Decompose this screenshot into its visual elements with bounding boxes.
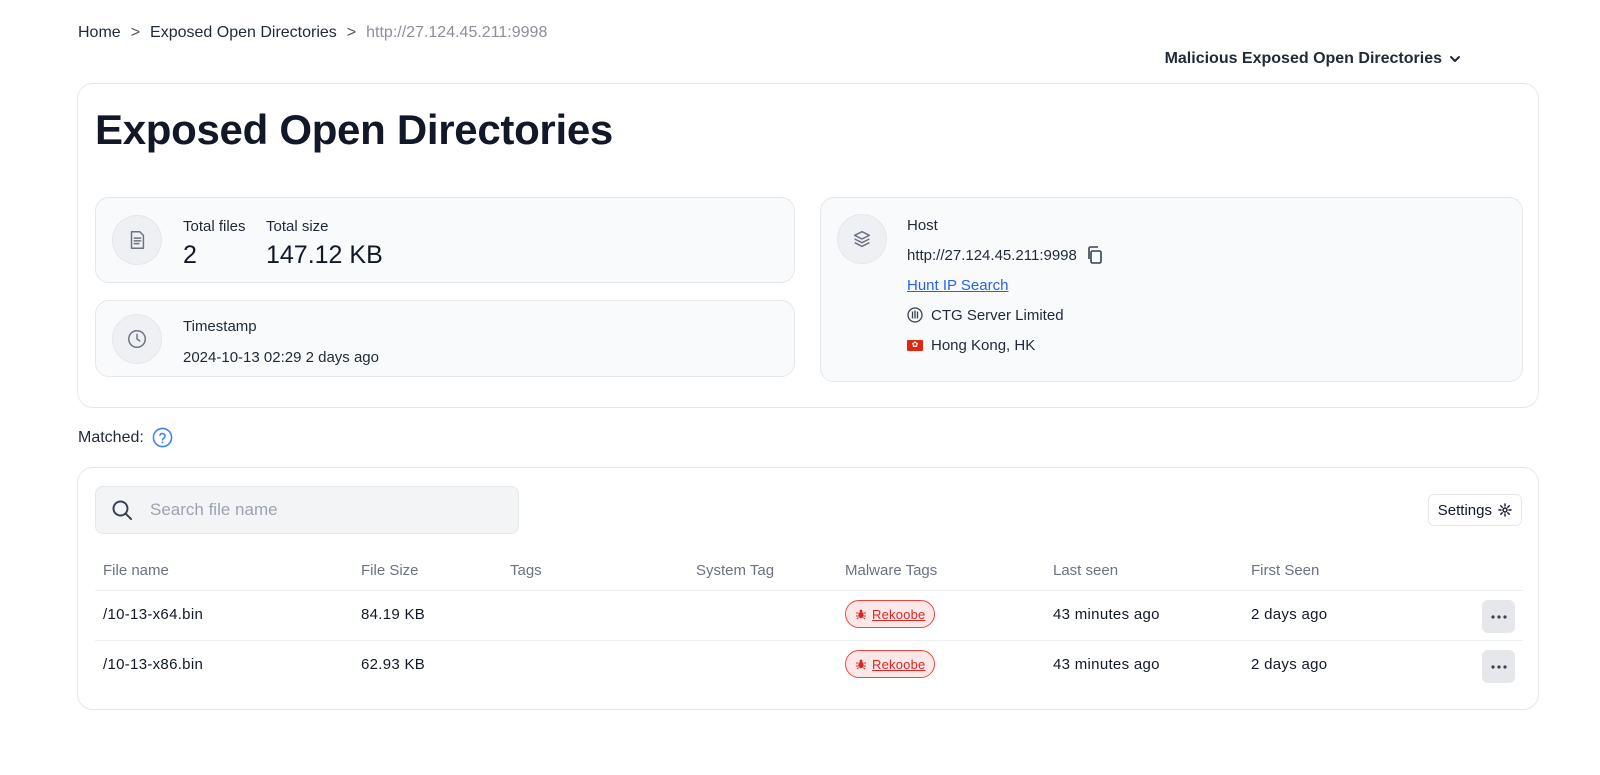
document-icon — [112, 215, 162, 265]
host-label: Host — [907, 216, 938, 234]
table-row: /10-13-x64.bin 84.19 KB Rekoobe 43 minut… — [95, 591, 1523, 641]
more-horizontal-icon — [1490, 664, 1507, 669]
table-header: File name File Size Tags System Tag Malw… — [95, 548, 1523, 591]
copy-icon[interactable] — [1085, 245, 1105, 265]
malware-tag-badge[interactable]: Rekoobe — [845, 650, 936, 678]
row-actions-button[interactable] — [1482, 600, 1515, 633]
malware-tag-label: Rekoobe — [872, 606, 926, 622]
gear-icon — [1498, 503, 1512, 517]
malware-tag-label: Rekoobe — [872, 656, 926, 672]
matched-label: Matched: — [78, 428, 144, 446]
chevron-down-icon — [1450, 56, 1460, 62]
timestamp-label: Timestamp — [183, 318, 257, 335]
files-table: File name File Size Tags System Tag Malw… — [95, 548, 1523, 691]
column-header-system-tag[interactable]: System Tag — [696, 562, 774, 579]
bug-icon — [856, 609, 866, 620]
breadcrumb-current: http://27.124.45.211:9998 — [366, 24, 548, 41]
column-header-first-seen[interactable]: First Seen — [1251, 562, 1319, 579]
timestamp-card: Timestamp 2024-10-13 02:29 2 days ago — [95, 300, 795, 377]
last-seen-cell: 43 minutes ago — [1053, 606, 1160, 623]
file-size-cell: 84.19 KB — [361, 606, 426, 623]
hk-flag-icon: ✿ — [907, 339, 923, 351]
breadcrumb-exposed-open-directories[interactable]: Exposed Open Directories — [150, 24, 337, 42]
row-actions-button[interactable] — [1482, 650, 1515, 683]
host-location: Hong Kong, HK — [931, 336, 1036, 354]
search-input[interactable] — [150, 500, 490, 520]
search-box — [95, 486, 519, 534]
file-name-cell[interactable]: /10-13-x64.bin — [103, 606, 203, 623]
total-size-value: 147.12 KB — [266, 241, 383, 269]
hunt-ip-search-link[interactable]: Hunt IP Search — [907, 277, 1008, 294]
total-files-stat: Total files 2 — [183, 218, 246, 270]
file-name-cell[interactable]: /10-13-x86.bin — [103, 656, 203, 673]
layers-icon — [837, 214, 887, 264]
overview-panel: Exposed Open Directories Total files 2 T… — [77, 83, 1539, 408]
total-files-value: 2 — [183, 241, 197, 269]
first-seen-cell: 2 days ago — [1251, 656, 1328, 673]
total-files-label: Total files — [183, 218, 246, 235]
view-selector-dropdown[interactable]: Malicious Exposed Open Directories — [1165, 50, 1462, 68]
building-icon — [907, 307, 923, 323]
help-circle-icon[interactable] — [152, 427, 173, 448]
table-row: /10-13-x86.bin 62.93 KB Rekoobe 43 minut… — [95, 641, 1523, 691]
host-card: Host http://27.124.45.211:9998 Hunt IP S… — [820, 197, 1523, 382]
breadcrumb: Home > Exposed Open Directories > http:/… — [78, 24, 547, 42]
view-selector-label: Malicious Exposed Open Directories — [1164, 50, 1442, 67]
last-seen-cell: 43 minutes ago — [1053, 656, 1160, 673]
settings-button[interactable]: Settings — [1427, 494, 1522, 526]
breadcrumb-separator: > — [346, 24, 357, 41]
matched-section: Matched: — [78, 427, 173, 448]
breadcrumb-separator: > — [130, 24, 141, 41]
search-icon — [112, 500, 132, 520]
column-header-file-size[interactable]: File Size — [361, 562, 419, 579]
breadcrumb-home[interactable]: Home — [78, 24, 121, 42]
files-summary-card: Total files 2 Total size 147.12 KB — [95, 197, 795, 283]
first-seen-cell: 2 days ago — [1251, 606, 1328, 623]
column-header-malware-tags[interactable]: Malware Tags — [845, 562, 937, 579]
timestamp-value: 2024-10-13 02:29 2 days ago — [183, 349, 379, 366]
file-size-cell: 62.93 KB — [361, 656, 426, 673]
host-url: http://27.124.45.211:9998 — [907, 246, 1077, 264]
settings-label: Settings — [1437, 501, 1492, 519]
host-organization: CTG Server Limited — [931, 306, 1064, 324]
bug-icon — [856, 659, 866, 670]
flag-symbol: ✿ — [911, 340, 919, 349]
malware-tag-badge[interactable]: Rekoobe — [845, 600, 936, 628]
clock-icon — [112, 314, 162, 364]
page-title: Exposed Open Directories — [95, 106, 613, 153]
column-header-last-seen[interactable]: Last seen — [1053, 562, 1118, 579]
files-panel: Settings File name File Size Tags System… — [77, 467, 1539, 710]
total-size-stat: Total size 147.12 KB — [266, 218, 383, 270]
column-header-file-name[interactable]: File name — [103, 562, 169, 579]
more-horizontal-icon — [1490, 614, 1507, 619]
total-size-label: Total size — [266, 218, 329, 235]
column-header-tags[interactable]: Tags — [510, 562, 542, 579]
